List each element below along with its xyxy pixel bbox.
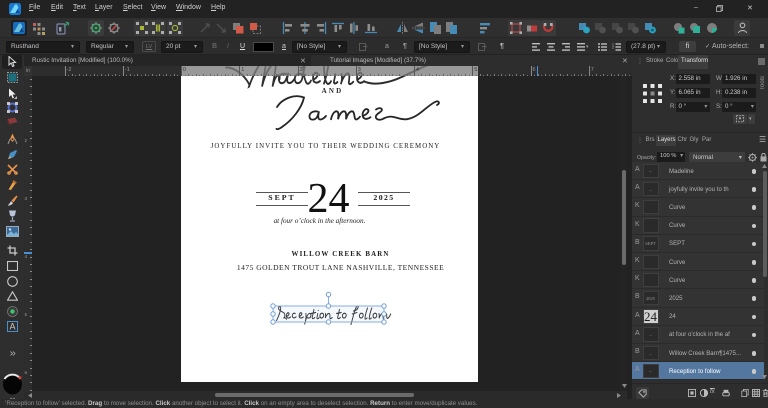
svg-text:2: 2 — [612, 45, 614, 49]
svg-text:A: A — [9, 322, 15, 332]
